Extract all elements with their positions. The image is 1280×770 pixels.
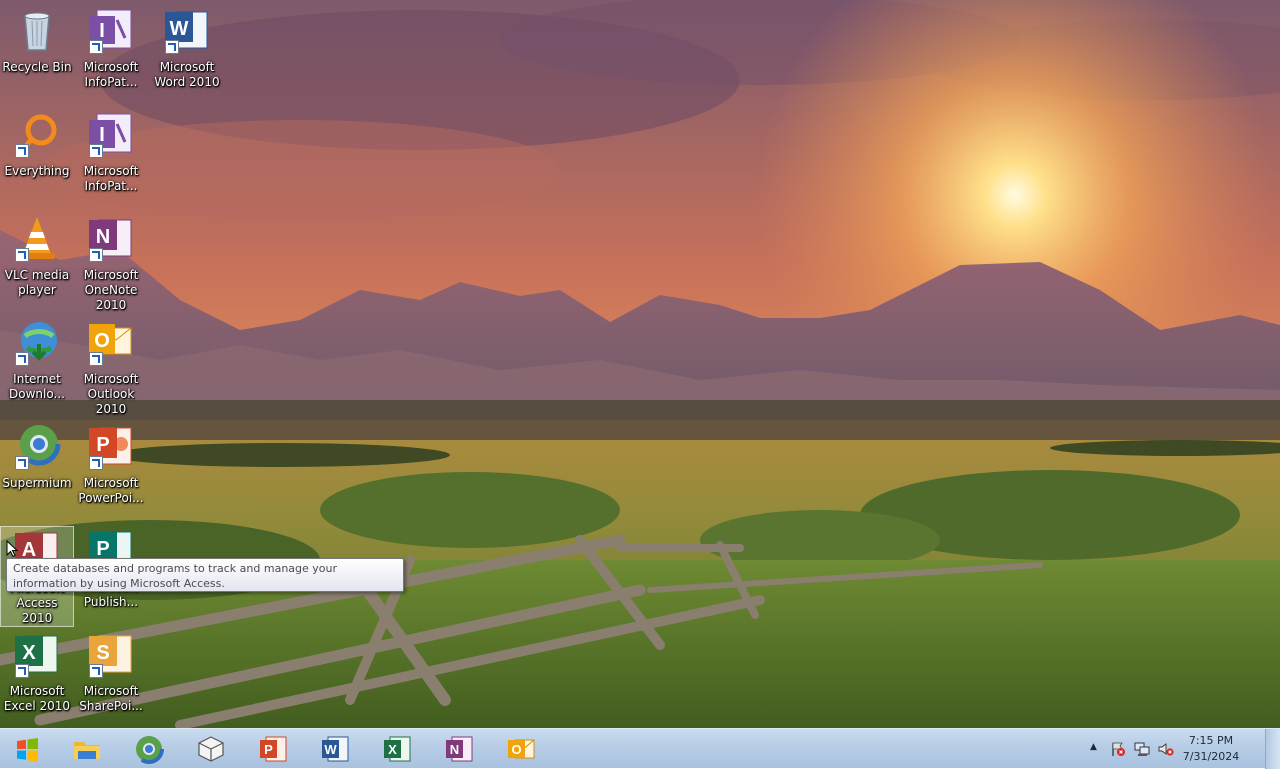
shortcut-arrow-icon — [89, 248, 103, 262]
svg-text:N: N — [450, 742, 459, 757]
svg-text:P: P — [264, 742, 273, 757]
desktop-icon-powerpoint[interactable]: P Microsoft PowerPoi... — [74, 422, 148, 506]
shortcut-arrow-icon — [15, 456, 29, 470]
outlook-icon: O — [87, 318, 135, 366]
recycle-bin-icon — [13, 6, 61, 54]
shortcut-arrow-icon — [15, 352, 29, 366]
desktop-icon-label: Everything — [4, 164, 70, 178]
desktop-icon-vlc[interactable]: VLC media player — [0, 214, 74, 298]
clock-date: 7/31/2024 — [1182, 750, 1240, 763]
svg-text:W: W — [170, 18, 189, 40]
infopath-icon: I — [87, 6, 135, 54]
shortcut-arrow-icon — [15, 664, 29, 678]
desktop-icon-label: Microsoft OneNote 2010 — [83, 268, 139, 312]
system-tray: ▲ 7:15 PM 7/31/2024 — [1080, 729, 1280, 769]
taskbar-supermium[interactable] — [122, 732, 176, 766]
desktop-icon-label: Microsoft SharePoi... — [79, 684, 143, 713]
taskbar-clock[interactable]: 7:15 PM 7/31/2024 — [1166, 733, 1256, 765]
desktop-icon-onenote[interactable]: N Microsoft OneNote 2010 — [74, 214, 148, 313]
shortcut-arrow-icon — [15, 248, 29, 262]
svg-text:O: O — [94, 330, 110, 352]
shortcut-arrow-icon — [89, 40, 103, 54]
infopath-icon: I — [87, 110, 135, 158]
svg-text:P: P — [96, 538, 109, 560]
shortcut-arrow-icon — [89, 352, 103, 366]
shortcut-arrow-icon — [89, 144, 103, 158]
taskbar-box-app[interactable] — [184, 732, 238, 766]
file-explorer-icon — [74, 742, 100, 759]
tooltip: Create databases and programs to track a… — [6, 558, 404, 592]
desktop-icon-label: Supermium — [2, 476, 72, 490]
desktop-icon-sharepoint[interactable]: S Microsoft SharePoi... — [74, 630, 148, 714]
powerpoint-icon: P — [87, 422, 135, 470]
supermium-browser-icon — [134, 734, 164, 764]
desktop-icon-label: Microsoft Excel 2010 — [3, 684, 71, 713]
internet-download-manager-icon — [13, 318, 61, 366]
desktop-wallpaper — [0, 0, 1280, 768]
svg-text:W: W — [324, 742, 337, 757]
taskbar: P W X N O ▲ 7:15 PM 7/31/2024 — [0, 728, 1280, 769]
shortcut-arrow-icon — [15, 144, 29, 158]
desktop-icon-outlook[interactable]: O Microsoft Outlook 2010 — [74, 318, 148, 417]
svg-text:O: O — [511, 742, 521, 757]
desktop-icon-label: Microsoft InfoPat... — [83, 60, 139, 89]
desktop-icon-label: Internet Downlo... — [9, 372, 65, 401]
network-icon[interactable] — [1134, 741, 1150, 757]
taskbar-excel[interactable]: X — [370, 732, 424, 766]
vlc-cone-icon — [13, 214, 61, 262]
taskbar-word[interactable]: W — [308, 732, 362, 766]
everything-search-icon — [13, 110, 61, 158]
show-hidden-icons-arrow[interactable]: ▲ — [1090, 742, 1100, 754]
desktop-icon-label: VLC media player — [4, 268, 70, 297]
excel-icon: X — [13, 630, 61, 678]
desktop-icon-internet-download-manager[interactable]: Internet Downlo... — [0, 318, 74, 402]
shortcut-arrow-icon — [89, 664, 103, 678]
shortcut-arrow-icon — [89, 456, 103, 470]
svg-text:I: I — [99, 124, 105, 146]
onenote-icon: N — [446, 736, 473, 762]
taskbar-outlook[interactable]: O — [494, 732, 548, 766]
svg-text:X: X — [388, 742, 397, 757]
mouse-cursor-icon — [6, 540, 18, 558]
svg-text:P: P — [96, 434, 109, 456]
taskbar-file-explorer[interactable] — [60, 732, 114, 766]
sharepoint-icon: S — [87, 630, 135, 678]
svg-text:S: S — [96, 642, 109, 664]
word-icon: W — [163, 6, 211, 54]
desktop-icon-label: Microsoft InfoPat... — [83, 164, 139, 193]
excel-icon: X — [384, 736, 411, 762]
shortcut-arrow-icon — [165, 40, 179, 54]
svg-text:I: I — [99, 20, 105, 42]
desktop-icon-recycle-bin[interactable]: Recycle Bin — [0, 6, 74, 75]
package-box-icon — [198, 736, 224, 762]
desktop-icon-everything[interactable]: Everything — [0, 110, 74, 179]
onenote-icon: N — [87, 214, 135, 262]
desktop-icon-label: Microsoft Word 2010 — [154, 60, 220, 89]
desktop-icon-supermium[interactable]: Supermium — [0, 422, 74, 491]
windows-start-icon — [17, 738, 38, 762]
taskbar-powerpoint[interactable]: P — [246, 732, 300, 766]
action-center-flag-icon[interactable] — [1110, 741, 1126, 757]
taskbar-onenote[interactable]: N — [432, 732, 486, 766]
clock-time: 7:15 PM — [1188, 734, 1234, 747]
start-button[interactable] — [8, 734, 46, 766]
desktop-icon-label: Recycle Bin — [2, 60, 72, 74]
svg-text:X: X — [22, 642, 36, 664]
desktop-icon-label: Microsoft PowerPoi... — [78, 476, 144, 505]
desktop-icon-word[interactable]: W Microsoft Word 2010 — [150, 6, 224, 90]
outlook-icon: O — [508, 739, 535, 759]
desktop-icon-infopath-1[interactable]: I Microsoft InfoPat... — [74, 6, 148, 90]
supermium-browser-icon — [13, 422, 61, 470]
show-desktop-button[interactable] — [1265, 729, 1280, 769]
desktop-icon-excel[interactable]: X Microsoft Excel 2010 — [0, 630, 74, 714]
desktop-icon-infopath-2[interactable]: I Microsoft InfoPat... — [74, 110, 148, 194]
svg-text:N: N — [96, 226, 110, 248]
desktop-icon-label: Microsoft Outlook 2010 — [83, 372, 139, 416]
powerpoint-icon: P — [260, 736, 287, 762]
word-icon: W — [322, 736, 349, 762]
